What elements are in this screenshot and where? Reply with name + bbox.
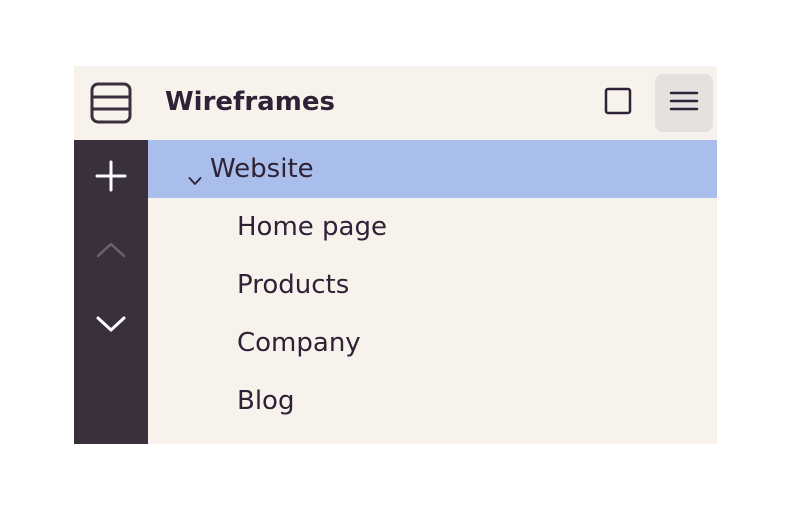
square-view-button[interactable]	[589, 74, 647, 132]
tree-item-label: Products	[237, 270, 350, 300]
chevron-down-icon[interactable]	[188, 163, 202, 185]
wireframes-panel: Wireframes Website Home page Products Co…	[74, 66, 717, 444]
tree-item-label: Blog	[237, 386, 295, 416]
move-up-button[interactable]	[74, 222, 148, 282]
square-icon	[604, 87, 632, 119]
plus-icon	[94, 159, 128, 197]
tree-item-company[interactable]: Company	[148, 314, 717, 372]
panel-title: Wireframes	[165, 87, 335, 117]
side-toolbar	[74, 140, 148, 444]
hamburger-menu-icon	[669, 89, 699, 117]
tree-item-website[interactable]: Website	[148, 140, 717, 198]
tree-item-label: Company	[237, 328, 361, 358]
page-tree: Website Home page Products Company Blog	[148, 140, 717, 444]
chevron-up-icon	[95, 241, 127, 263]
add-button[interactable]	[74, 148, 148, 208]
tree-item-label: Home page	[237, 212, 387, 242]
chevron-down-icon	[95, 315, 127, 337]
tree-item-home-page[interactable]: Home page	[148, 198, 717, 256]
tree-item-label: Website	[210, 154, 314, 184]
menu-button[interactable]	[655, 74, 713, 132]
tree-item-blog[interactable]: Blog	[148, 372, 717, 430]
move-down-button[interactable]	[74, 296, 148, 356]
tree-item-products[interactable]: Products	[148, 256, 717, 314]
panel-header: Wireframes	[74, 66, 717, 140]
layers-icon	[90, 82, 132, 124]
